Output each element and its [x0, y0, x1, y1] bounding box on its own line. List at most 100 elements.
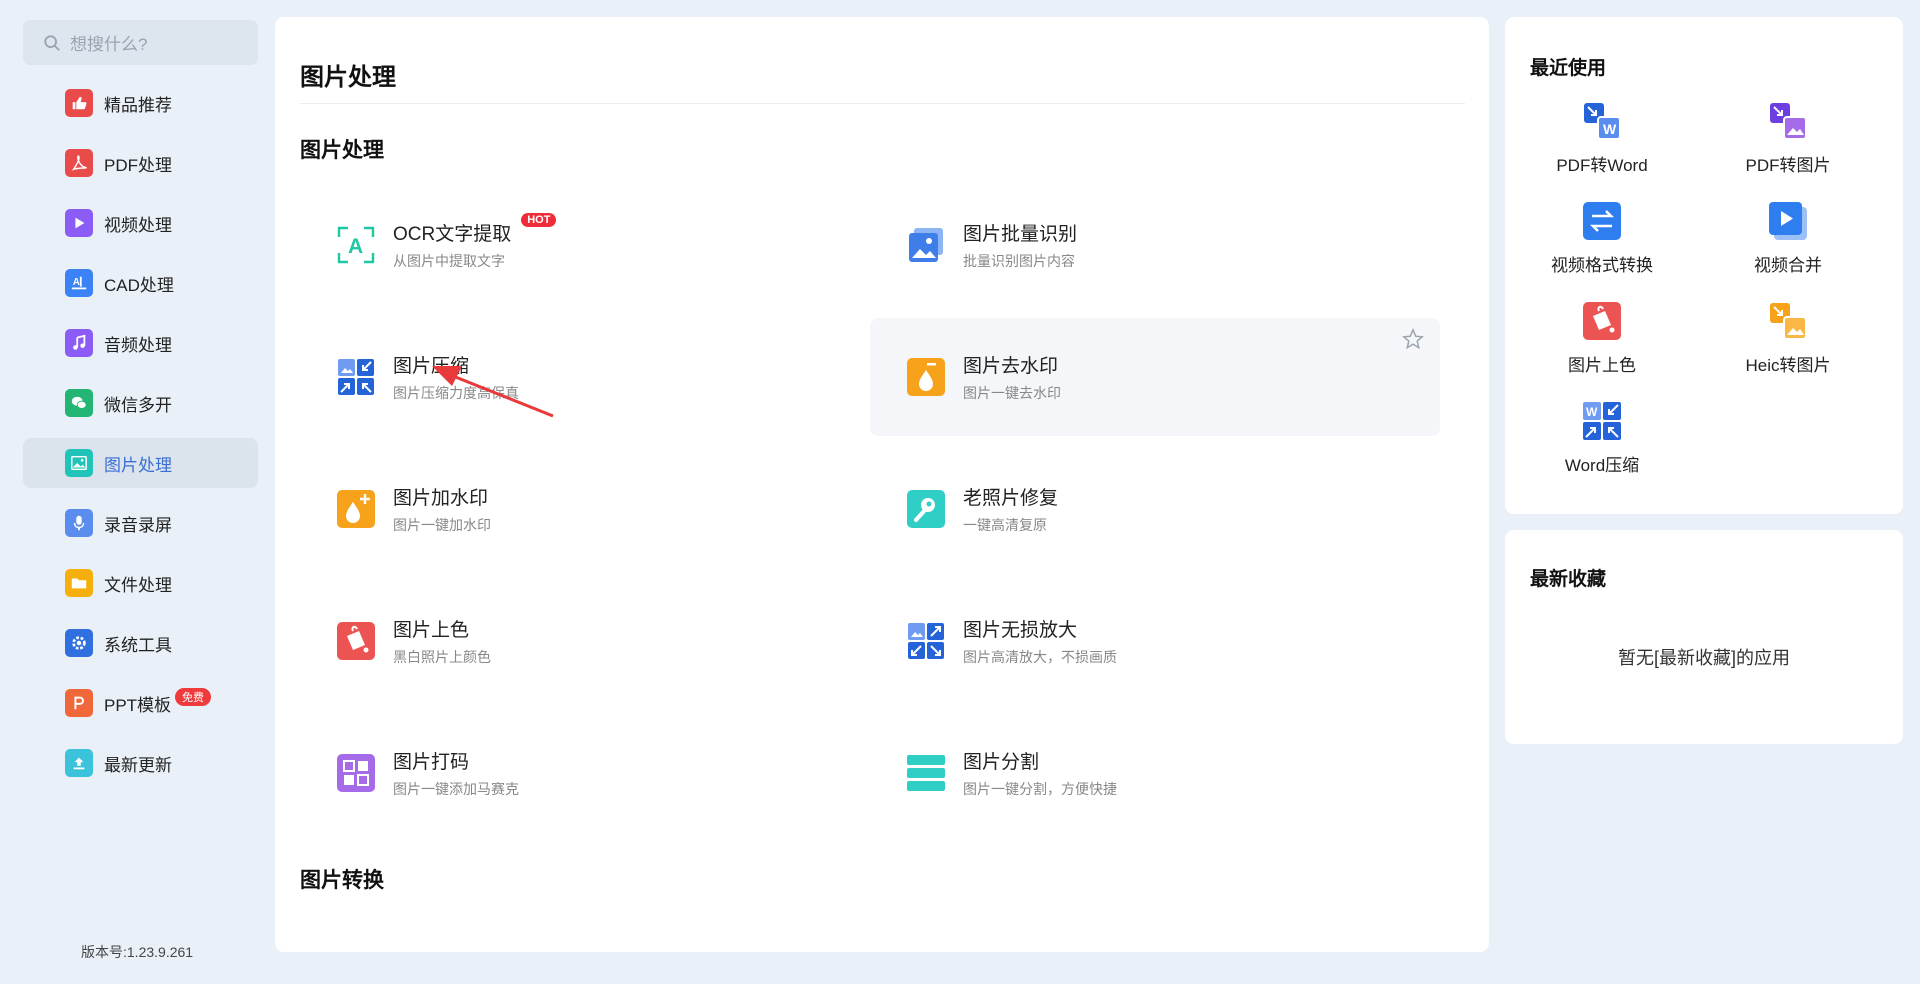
sidebar-item-file[interactable]: 文件处理 [23, 558, 258, 608]
pdf-to-word-icon: W [1584, 103, 1621, 140]
section-title: 图片处理 [300, 139, 384, 162]
tool-desc: 图片高清放大，不损画质 [963, 649, 1117, 665]
upload-icon [65, 749, 93, 777]
recent-item-heic-to-image[interactable]: Heic转图片 [1698, 301, 1878, 376]
sidebar-item-label: 文件处理 [104, 575, 172, 595]
search-icon [44, 34, 60, 51]
version-label: 版本号:1.23.9.261 [81, 944, 194, 960]
video-merge-icon [1769, 202, 1807, 240]
ppt-icon [65, 689, 93, 717]
tool-colorize[interactable]: 图片上色 黑白照片上颜色 [275, 582, 845, 700]
video-convert-icon [1583, 202, 1621, 240]
tool-batch-recognize[interactable]: 图片批量识别 批量识别图片内容 [845, 186, 1415, 304]
tool-photo-restore[interactable]: 老照片修复 一键高清复原 [845, 450, 1415, 568]
sidebar-item-ppt[interactable]: PPT模板 免费 [23, 678, 258, 728]
batch-image-icon [907, 226, 945, 264]
folder-icon [65, 569, 93, 597]
recent-title: 最近使用 [1530, 58, 1607, 79]
tool-title: OCR文字提取 [393, 224, 512, 245]
sidebar: 想搜什么? 精品推荐 PDF处理 视频处理 A CAD处理 音频处理 微信多开 [0, 0, 272, 984]
recent-item-label: PDF转Word [1556, 156, 1648, 175]
wechat-icon [65, 389, 93, 417]
sidebar-item-label: 系统工具 [104, 635, 172, 655]
main-panel: 图片处理 图片处理 A OCR文字提取 HOT 从图片中提取文字 图片批量识别 批… [275, 17, 1489, 952]
sidebar-item-label: 图片处理 [104, 455, 172, 475]
recent-item-pdf-to-word[interactable]: W PDF转Word [1512, 101, 1692, 176]
svg-text:A: A [73, 277, 80, 288]
remove-watermark-icon [907, 358, 945, 396]
tool-desc: 图片一键分割，方便快捷 [963, 781, 1117, 797]
recent-item-colorize[interactable]: 图片上色 [1512, 301, 1692, 376]
tool-title: 图片打码 [393, 752, 470, 773]
recent-item-word-compress[interactable]: W Word压缩 [1512, 401, 1692, 476]
recent-item-pdf-to-image[interactable]: PDF转图片 [1698, 101, 1878, 176]
sidebar-item-label: PPT模板 [104, 695, 172, 715]
pdf-icon [65, 149, 93, 177]
recent-item-label: 图片上色 [1568, 356, 1636, 375]
favorites-panel: 最新收藏 暂无[最新收藏]的应用 [1505, 530, 1903, 744]
music-note-icon [65, 329, 93, 357]
sidebar-item-image[interactable]: 图片处理 [23, 438, 258, 488]
tool-desc: 图片一键去水印 [963, 385, 1061, 401]
sidebar-item-label: 最新更新 [104, 755, 172, 775]
colorize-icon [1583, 302, 1621, 340]
tool-title: 图片分割 [963, 752, 1040, 773]
red-arrow-annotation [432, 366, 554, 418]
sidebar-item-record[interactable]: 录音录屏 [23, 498, 258, 548]
tool-title: 图片去水印 [963, 356, 1059, 377]
sidebar-item-label: 微信多开 [104, 395, 172, 415]
recent-item-label: PDF转图片 [1745, 156, 1831, 175]
hot-badge: HOT [521, 213, 557, 227]
recent-item-label: 视频格式转换 [1551, 256, 1653, 275]
microphone-icon [65, 509, 93, 537]
sidebar-item-video[interactable]: 视频处理 [23, 198, 258, 248]
recent-item-video-merge[interactable]: 视频合并 [1698, 201, 1878, 276]
sidebar-item-label: CAD处理 [104, 275, 174, 295]
sidebar-item-label: 视频处理 [104, 215, 172, 235]
ocr-icon: A [337, 226, 375, 264]
sidebar-nav: 精品推荐 PDF处理 视频处理 A CAD处理 音频处理 微信多开 图片处理 录 [23, 78, 258, 798]
image-icon [65, 449, 93, 477]
recent-item-label: 视频合并 [1754, 256, 1822, 275]
tool-mosaic[interactable]: 图片打码 图片一键添加马赛克 [275, 714, 845, 832]
svg-text:A: A [348, 235, 363, 258]
recent-item-video-convert[interactable]: 视频格式转换 [1512, 201, 1692, 276]
sidebar-item-label: 音频处理 [104, 335, 172, 355]
tool-desc: 图片一键添加马赛克 [393, 781, 519, 797]
sidebar-item-label: 录音录屏 [104, 515, 172, 535]
tool-desc: 从图片中提取文字 [393, 253, 505, 269]
colorize-icon [337, 622, 375, 660]
tool-title: 图片无损放大 [963, 620, 1078, 641]
tool-remove-watermark[interactable]: 图片去水印 图片一键去水印 [870, 318, 1440, 436]
sidebar-item-pdf[interactable]: PDF处理 [23, 138, 258, 188]
word-compress-icon: W [1583, 402, 1621, 440]
tool-desc: 一键高清复原 [963, 517, 1047, 533]
add-watermark-icon [337, 490, 375, 528]
tool-ocr[interactable]: A OCR文字提取 HOT 从图片中提取文字 [275, 186, 845, 304]
sidebar-item-wechat[interactable]: 微信多开 [23, 378, 258, 428]
compress-icon [337, 358, 375, 396]
recent-panel: 最近使用 W PDF转Word PDF转图片 视频格式转换 视频合并 图片上色 … [1505, 17, 1903, 514]
search-input[interactable]: 想搜什么? [23, 20, 258, 65]
heic-to-image-icon [1770, 303, 1807, 340]
sidebar-item-label: PDF处理 [104, 155, 172, 175]
section-title: 图片转换 [300, 869, 384, 892]
tool-title: 图片上色 [393, 620, 470, 641]
tool-add-watermark[interactable]: 图片加水印 图片一键加水印 [275, 450, 845, 568]
favorites-empty-text: 暂无[最新收藏]的应用 [1617, 648, 1790, 668]
sidebar-item-audio[interactable]: 音频处理 [23, 318, 258, 368]
tool-split[interactable]: 图片分割 图片一键分割，方便快捷 [845, 714, 1415, 832]
cad-icon: A [65, 269, 93, 297]
photo-restore-icon [907, 490, 945, 528]
sidebar-item-updates[interactable]: 最新更新 [23, 738, 258, 788]
star-icon[interactable] [1402, 328, 1424, 350]
pdf-to-image-icon [1770, 103, 1807, 140]
sidebar-item-system[interactable]: 系统工具 [23, 618, 258, 668]
tool-title: 老照片修复 [963, 488, 1059, 509]
tool-title: 图片加水印 [393, 488, 489, 509]
sidebar-item-featured[interactable]: 精品推荐 [23, 78, 258, 128]
recent-item-label: Heic转图片 [1745, 356, 1831, 375]
tool-enlarge[interactable]: 图片无损放大 图片高清放大，不损画质 [845, 582, 1415, 700]
search-placeholder: 想搜什么? [70, 35, 148, 54]
sidebar-item-cad[interactable]: A CAD处理 [23, 258, 258, 308]
